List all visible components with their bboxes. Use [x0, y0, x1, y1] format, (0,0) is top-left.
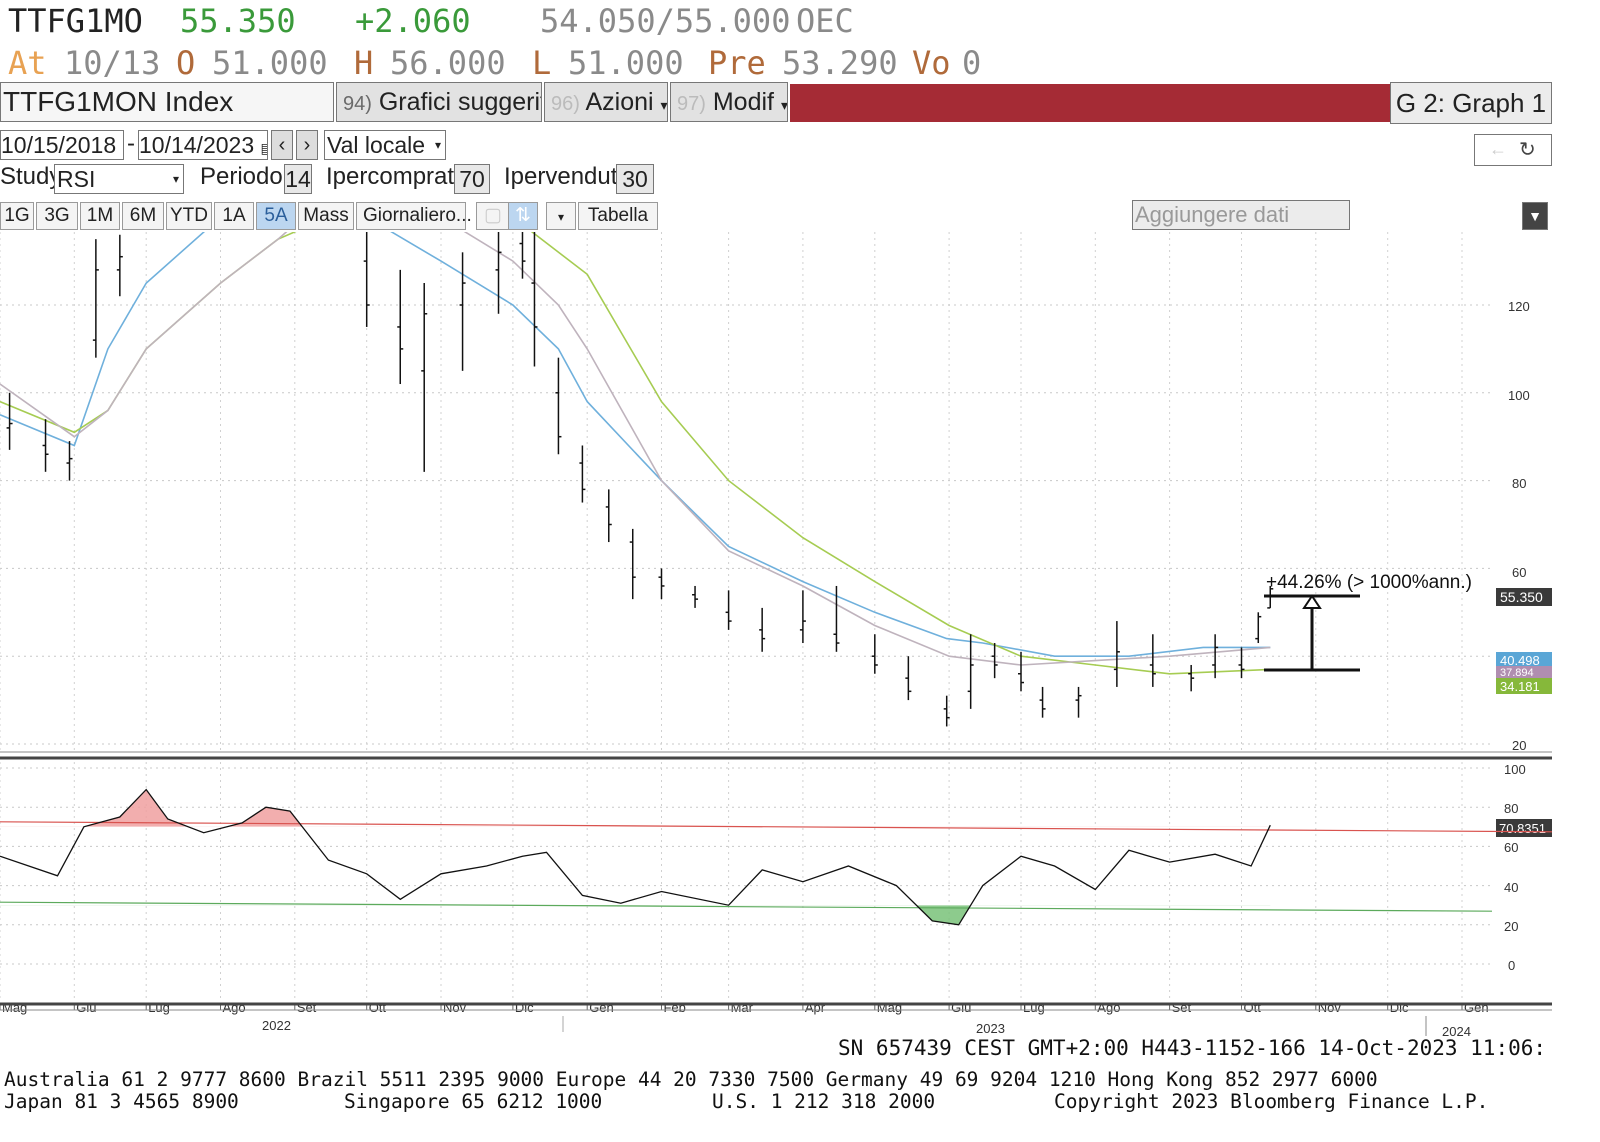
price-bar: [1113, 621, 1120, 687]
month-label: Gen: [589, 1000, 614, 1015]
month-label: Ago: [1097, 1000, 1120, 1015]
rsi-tick-label: 20: [1504, 919, 1518, 934]
price-bar: [1188, 664, 1195, 692]
series: [0, 232, 1271, 675]
price-bar: [1075, 686, 1082, 718]
year-label: 2023: [976, 1021, 1005, 1036]
price-bar: [967, 634, 974, 709]
ma-green-tag-text: 34.181: [1500, 679, 1540, 694]
ma-blue-tag-text: 40.498: [1500, 653, 1540, 668]
contacts-singapore: Singapore 65 6212 1000: [344, 1090, 603, 1113]
price-chart[interactable]: Mag Giu Lug Ago Set Ott Nov Dic Gen Feb Mar Apr Mag G…: [0, 0, 1600, 1142]
month-label: Mar: [731, 1000, 754, 1015]
ma-blue-line: [0, 232, 1271, 658]
rsi-oversold-fill: [916, 905, 971, 925]
price-bar: [725, 590, 732, 630]
grid: [0, 232, 1492, 1000]
price-bar: [116, 234, 123, 297]
month-label: Giu: [951, 1000, 971, 1015]
price-bar: [871, 634, 878, 674]
price-bar: [6, 392, 13, 450]
rsi-fill: [83, 789, 1271, 925]
session-info: SN 657439 CEST GMT+2:00 H443-1152-166 14…: [838, 1036, 1547, 1060]
price-bar: [363, 232, 370, 327]
performance-annotation: +44.26% (> 1000%ann.): [1264, 572, 1472, 672]
price-tick-label: 100: [1508, 388, 1530, 403]
month-label: Nov: [443, 1000, 467, 1015]
month-label: Gen: [1464, 1000, 1489, 1015]
price-bar: [531, 232, 538, 367]
price-bar: [92, 239, 99, 358]
price-bar: [66, 441, 73, 481]
price-bar: [459, 252, 466, 371]
price-bar: [519, 232, 526, 279]
rsi-line: [0, 788, 1271, 926]
price-bar: [1018, 651, 1025, 692]
month-label: Ott: [369, 1000, 387, 1015]
month-label: Ott: [1244, 1000, 1262, 1015]
price-bar: [658, 568, 665, 600]
price-bar: [555, 357, 562, 455]
ma-grey-line: [0, 232, 1271, 666]
axes: Mag Giu Lug Ago Set Ott Nov Dic Gen Feb Mar Apr Mag G…: [0, 1000, 1489, 1015]
price-bar: [579, 445, 586, 503]
month-label: Lug: [1023, 1000, 1045, 1015]
last-price-tag-text: 55.350: [1500, 589, 1543, 605]
month-label: Dic: [515, 1000, 534, 1015]
month-label: Nov: [1318, 1000, 1342, 1015]
price-bar: [1238, 647, 1245, 679]
month-label: Lug: [148, 1000, 170, 1015]
price-bar: [42, 419, 49, 472]
month-label: Giu: [76, 1000, 96, 1015]
rsi-tick-label: 0: [1508, 958, 1515, 973]
ma-green-line: [0, 232, 1271, 675]
price-bars: [6, 232, 1274, 727]
price-bar: [799, 590, 806, 644]
contacts-line-1: Australia 61 2 9777 8600 Brazil 5511 239…: [4, 1068, 1378, 1091]
rsi-tick-label: 60: [1504, 840, 1518, 855]
rsi-tick-label: 80: [1504, 801, 1518, 816]
rsi-overbought-fill: [83, 789, 1271, 827]
month-label: Set: [297, 1000, 317, 1015]
annotation-arrowhead: [1302, 594, 1322, 609]
price-bar: [629, 528, 636, 600]
month-label: Ago: [222, 1000, 245, 1015]
price-tick-label: 120: [1508, 299, 1530, 314]
rsi-value-tag-text: 70.8351: [1499, 821, 1546, 836]
month-label: Set: [1172, 1000, 1192, 1015]
price-bar: [495, 232, 502, 314]
year-label: 2022: [262, 1018, 291, 1033]
price-bar: [759, 607, 766, 652]
price-tick-label: 60: [1512, 565, 1526, 580]
month-label: Mag: [877, 1000, 902, 1015]
price-bar: [905, 656, 912, 701]
price-bar: [1255, 612, 1262, 644]
month-label: Feb: [663, 1000, 685, 1015]
contacts-us: U.S. 1 212 318 2000: [712, 1090, 936, 1113]
price-bar: [605, 489, 612, 543]
month-label: Apr: [805, 1000, 826, 1015]
price-tick-label: 20: [1512, 738, 1526, 753]
price-bar: [692, 585, 699, 608]
copyright: Copyright 2023 Bloomberg Finance L.P.: [1054, 1090, 1489, 1113]
month-label: Mag: [2, 1000, 27, 1015]
price-bar: [1039, 686, 1046, 718]
month-label: Dic: [1390, 1000, 1409, 1015]
price-tick-label: 80: [1512, 476, 1526, 491]
rsi-tick-label: 100: [1504, 762, 1526, 777]
annotation-text: +44.26% (> 1000%ann.): [1266, 572, 1472, 593]
rsi-oversold-line: [0, 901, 1493, 912]
price-bar: [1149, 634, 1156, 687]
price-bar: [421, 283, 428, 472]
price-bar: [991, 643, 998, 679]
ma-grey-tag-text: 37.894: [1500, 667, 1534, 679]
rsi-tick-label: 40: [1504, 880, 1518, 895]
contacts-japan: Japan 81 3 4565 8900: [4, 1090, 239, 1113]
price-bar: [397, 269, 404, 385]
